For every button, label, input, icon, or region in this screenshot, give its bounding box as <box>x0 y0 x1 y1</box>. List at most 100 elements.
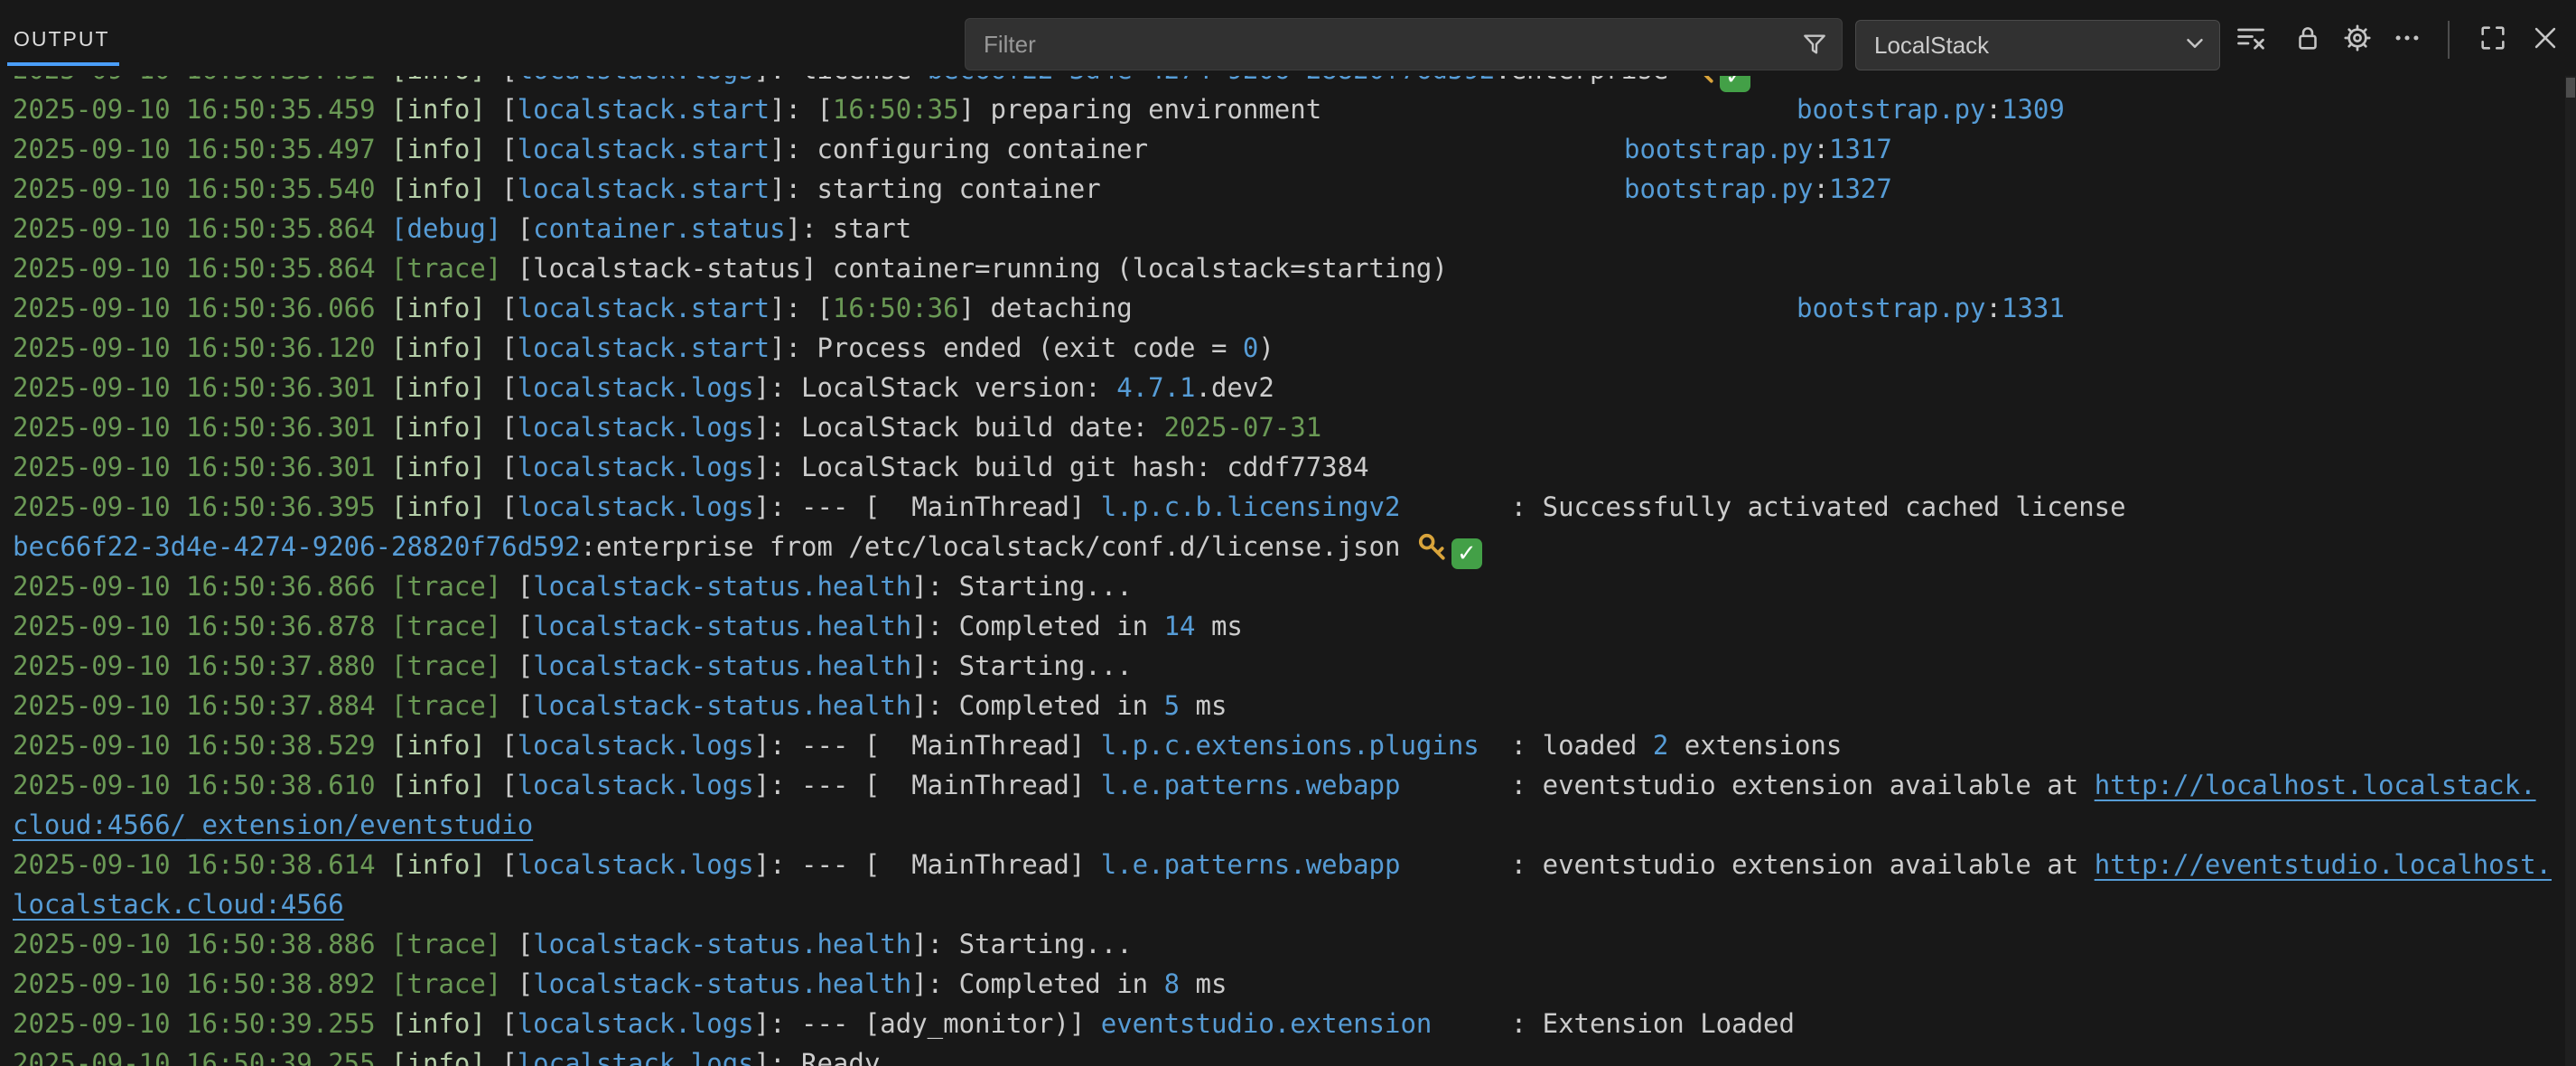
log-line: 2025-09-10 16:50:39.255 [info] [localsta… <box>0 1004 2565 1043</box>
log-text: ) <box>1258 332 1274 363</box>
log-text: [ <box>501 452 517 482</box>
close-icon <box>2530 23 2561 58</box>
log-line: 2025-09-10 16:50:36.301 [info] [localsta… <box>0 447 2565 487</box>
log-text: ]: Starting... <box>911 571 1132 602</box>
log-line: 2025-09-10 16:50:38.886 [trace] [localst… <box>0 924 2565 964</box>
log-output[interactable]: 2025-09-10 16:50:35.451 [info] [localsta… <box>0 76 2565 1066</box>
log-text: 8 <box>1164 968 1180 999</box>
log-text: [trace] <box>391 690 518 721</box>
output-channel-selected: LocalStack <box>1874 32 1989 60</box>
log-text: ]: configuring container <box>770 134 1148 164</box>
tab-output-active-underline <box>7 62 119 66</box>
log-line: 2025-09-10 16:50:36.866 [trace] [localst… <box>0 566 2565 606</box>
log-text: localstack.start <box>518 173 770 204</box>
log-text: .dev2 <box>1196 372 1274 403</box>
log-text: [ <box>518 690 533 721</box>
log-text: [info] <box>391 770 501 800</box>
key-emoji <box>1685 76 1715 85</box>
log-link[interactable]: localstack.cloud:4566 <box>13 889 344 920</box>
log-text: : <box>1814 134 1829 164</box>
log-text: localstack-status.health <box>533 571 911 602</box>
source-ref[interactable]: bootstrap.py:1309 <box>1797 89 2065 129</box>
log-text: 1317 <box>1829 134 1892 164</box>
log-text: bootstrap.py <box>1797 94 1986 125</box>
log-text: ]: start <box>786 213 912 244</box>
log-text: 2025-09-10 16:50:35.864 <box>13 253 391 284</box>
log-text: [debug] <box>391 213 518 244</box>
log-text: [ <box>518 650 533 681</box>
log-text: localstack.logs <box>518 76 754 85</box>
lock-scroll-button[interactable] <box>2288 20 2328 60</box>
log-text: 2025-09-10 16:50:36.395 <box>13 491 391 522</box>
log-text: ]: Starting... <box>911 929 1132 959</box>
log-text: [info] <box>391 173 501 204</box>
lock-icon <box>2292 23 2323 58</box>
log-text: ]: LocalStack build git hash: cddf77384 <box>754 452 1369 482</box>
log-line: 2025-09-10 16:50:36.301 [info] [localsta… <box>0 407 2565 447</box>
log-text: : <box>1986 293 2002 323</box>
source-ref[interactable]: bootstrap.py:1317 <box>1624 129 1892 169</box>
log-line: 2025-09-10 16:50:38.892 [trace] [localst… <box>0 964 2565 1004</box>
log-text: localstack-status.health <box>533 611 911 641</box>
log-line: cloud:4566/_extension/eventstudio <box>0 805 2565 845</box>
log-link[interactable]: cloud:4566/_extension/eventstudio <box>13 809 533 840</box>
clear-output-button[interactable] <box>2231 20 2271 60</box>
settings-button[interactable] <box>2338 20 2377 60</box>
log-line: 2025-09-10 16:50:35.497 [info] [localsta… <box>0 129 2565 169</box>
log-text: : eventstudio extension available at <box>1400 849 2094 880</box>
close-panel-button[interactable] <box>2525 20 2565 60</box>
log-text: localstack.start <box>518 293 770 323</box>
log-text: 2025-09-10 16:50:37.884 <box>13 690 391 721</box>
log-text: ]: --- [ MainThread] <box>754 491 1101 522</box>
source-ref[interactable]: bootstrap.py:1331 <box>1797 288 2065 328</box>
log-line: 2025-09-10 16:50:35.459 [info] [localsta… <box>0 89 2565 129</box>
panel-header: OUTPUT LocalStack <box>0 0 2576 76</box>
filter-icon[interactable] <box>1795 24 1834 64</box>
log-text: ]: LocalStack version: <box>754 372 1117 403</box>
output-channel-select[interactable]: LocalStack <box>1855 20 2220 70</box>
log-text: localstack-status.health <box>533 690 911 721</box>
log-text: 5 <box>1164 690 1180 721</box>
log-text: l.e.patterns.webapp <box>1101 849 1401 880</box>
log-text: 2025-09-10 16:50:36.878 <box>13 611 391 641</box>
log-text: 1327 <box>1829 173 1892 204</box>
log-line: 2025-09-10 16:50:39.255 [info] [localsta… <box>0 1043 2565 1066</box>
settings-gear-icon <box>2341 22 2374 59</box>
log-text: [info] <box>391 1008 501 1039</box>
log-text: [ <box>501 491 517 522</box>
log-text: [info] <box>391 134 501 164</box>
log-text: 2025-09-10 16:50:36.066 <box>13 293 391 323</box>
tab-output[interactable]: OUTPUT <box>14 27 110 51</box>
log-text: :enterprise from /etc/localstack/conf.d/… <box>581 531 1416 562</box>
log-text: localstack.logs <box>518 452 754 482</box>
log-text: :enterprise <box>1495 76 1685 85</box>
log-link[interactable]: http://localhost.localstack. <box>2095 770 2536 800</box>
log-text: localstack.start <box>518 332 770 363</box>
log-text: 2025-09-10 16:50:36.301 <box>13 372 391 403</box>
log-line: 2025-09-10 16:50:35.864 [debug] [contain… <box>0 209 2565 248</box>
log-text: ]: [ <box>770 94 833 125</box>
check-emoji: ✓ <box>1451 538 1482 569</box>
more-actions-button[interactable] <box>2387 20 2427 60</box>
log-text: [localstack-status] container=running (l… <box>518 253 1448 284</box>
maximize-panel-button[interactable] <box>2473 20 2513 60</box>
log-text: ] detaching <box>959 293 1133 323</box>
log-text: [info] <box>391 412 501 443</box>
log-line: localstack.cloud:4566 <box>0 884 2565 924</box>
scrollbar[interactable] <box>2565 76 2576 1066</box>
log-text: : eventstudio extension available at <box>1400 770 2094 800</box>
log-link[interactable]: http://eventstudio.localhost. <box>2095 849 2552 880</box>
log-text: bootstrap.py <box>1624 134 1814 164</box>
log-text: 2025-09-10 16:50:38.614 <box>13 849 391 880</box>
log-text: 1309 <box>2002 94 2065 125</box>
log-text: [info] <box>391 849 501 880</box>
log-text: ms <box>1180 968 1227 999</box>
log-text: 4.7.1 <box>1116 372 1195 403</box>
log-line: 2025-09-10 16:50:35.864 [trace] [localst… <box>0 248 2565 288</box>
log-text: [info] <box>391 372 501 403</box>
source-ref[interactable]: bootstrap.py:1327 <box>1624 169 1892 209</box>
scrollbar-thumb[interactable] <box>2566 78 2575 98</box>
chevron-down-icon <box>2181 30 2208 61</box>
filter-input[interactable] <box>966 31 1795 59</box>
more-actions-icon <box>2392 23 2422 58</box>
